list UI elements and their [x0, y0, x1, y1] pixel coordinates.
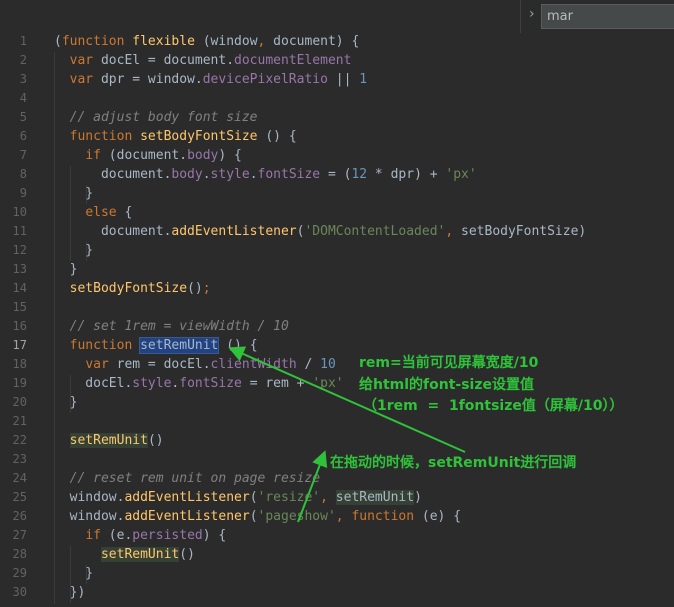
arrow-to-resize-listener	[297, 450, 328, 523]
annotation-resize-callback: 在拖动的时候，setRemUnit进行回调	[330, 455, 577, 471]
annotation-arrows	[228, 346, 466, 523]
annotation-rem-definition: rem=当前可见屏幕宽度/10	[359, 355, 539, 371]
annotation-html-font-size: 给html的font-size设置值	[359, 377, 534, 393]
annotation-1rem-formula: （1rem = 1fontsize值（屏幕/10））	[363, 398, 624, 414]
